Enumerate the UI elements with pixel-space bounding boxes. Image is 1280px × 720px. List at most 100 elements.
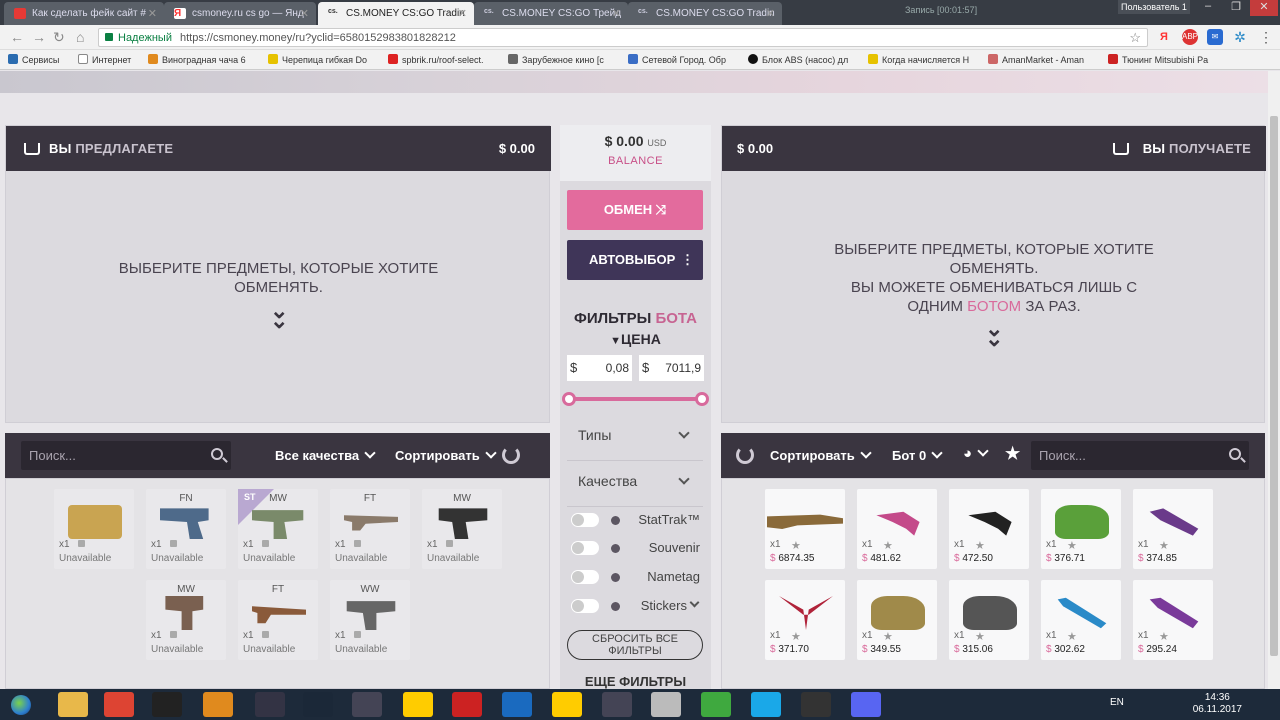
close-icon[interactable]: ✕ (300, 7, 309, 20)
scrollbar-thumb[interactable] (1270, 116, 1278, 656)
inventory-item[interactable]: FT x1 Unavailable (238, 580, 318, 660)
nametag-toggle[interactable] (571, 570, 599, 584)
taskbar-app-icon[interactable] (203, 692, 233, 717)
bookmark-item[interactable]: Виноградная чача 6 (148, 54, 246, 65)
bookmark-item[interactable]: Тюнинг Mitsubishi Pa (1108, 54, 1208, 65)
autoselect-button[interactable]: АВТОВЫБОР ⋮ (567, 240, 703, 280)
bot-item[interactable]: x1 ★ $ 472.50 (949, 489, 1029, 569)
taskbar-app-icon[interactable] (502, 692, 532, 717)
chevron-down-icon[interactable] (689, 597, 700, 608)
price-max-input[interactable]: $7011,9 (639, 355, 704, 381)
souvenir-toggle[interactable] (571, 541, 599, 555)
taskbar-app-icon[interactable] (701, 692, 731, 717)
reload-icon[interactable]: ↻ (53, 29, 65, 46)
inventory-item[interactable]: FT x1 Unavailable (330, 489, 410, 569)
url-input[interactable]: Надежный https://csmoney.money/ru?yclid=6… (98, 28, 1148, 47)
taskbar-app-icon[interactable] (152, 692, 182, 717)
clock[interactable]: 14:36 06.11.2017 (1193, 692, 1242, 716)
types-dropdown[interactable]: Типы (578, 427, 690, 443)
bookmark-item[interactable]: Блок ABS (насос) дл (748, 54, 848, 65)
inventory-item[interactable]: x1 Unavailable (54, 489, 134, 569)
close-icon[interactable]: ✕ (148, 7, 157, 20)
extension-gear-icon[interactable]: ✲ (1232, 29, 1248, 45)
home-icon[interactable]: ⌂ (76, 29, 84, 45)
taskbar-app-icon[interactable] (602, 692, 632, 717)
bookmark-item[interactable]: spbrik.ru/roof-select. (388, 54, 484, 65)
adblock-icon[interactable]: ABP (1182, 29, 1198, 45)
maximize-icon[interactable]: ❐ (1222, 0, 1250, 16)
page-scrollbar[interactable] (1268, 71, 1280, 689)
more-filters-button[interactable]: ЕЩЕ ФИЛЬТРЫ (560, 674, 711, 689)
inventory-item[interactable]: ST MW x1 Unavailable (238, 489, 318, 569)
inventory-item[interactable]: FN x1 Unavailable (146, 489, 226, 569)
browser-tab[interactable]: cs. CS.MONEY CS:GO Трейд ✕ (474, 2, 628, 25)
inventory-item[interactable]: WW x1 Unavailable (330, 580, 410, 660)
taskbar-app-icon[interactable] (352, 692, 382, 717)
bot-item[interactable]: x1 ★ $ 371.70 (765, 580, 845, 660)
price-min-input[interactable]: $0,08 (567, 355, 632, 381)
stattrak-toggle[interactable] (571, 513, 599, 527)
bot-item[interactable]: x1 ★ $ 295.24 (1133, 580, 1213, 660)
bookmark-item[interactable]: Интернет (78, 54, 131, 65)
reset-filters-button[interactable]: СБРОСИТЬ ВСЕ ФИЛЬТРЫ (567, 630, 703, 660)
price-range-slider[interactable] (562, 392, 709, 406)
language-indicator[interactable]: EN (1110, 697, 1124, 708)
inventory-item[interactable]: MW x1 Unavailable (422, 489, 502, 569)
bookmark-item[interactable]: Зарубежное кино [с (508, 54, 604, 65)
taskbar-app-icon[interactable] (651, 692, 681, 717)
taskbar-app-icon[interactable] (58, 692, 88, 717)
refresh-icon[interactable] (736, 446, 754, 464)
inventory-item[interactable]: MW x1 Unavailable (146, 580, 226, 660)
taskbar-app-icon[interactable] (552, 692, 582, 717)
bookmark-item[interactable]: Сетевой Город. Обр (628, 54, 726, 65)
more-icon[interactable]: ⋮ (681, 240, 694, 280)
taskbar-app-icon[interactable] (751, 692, 781, 717)
exchange-button[interactable]: ОБМЕН ⤨ (567, 190, 703, 230)
close-icon[interactable]: ✕ (766, 7, 775, 20)
close-icon[interactable]: ✕ (458, 7, 467, 20)
browser-tab-active[interactable]: cs. CS.MONEY CS:GO Tradin ✕ (318, 2, 474, 25)
minimize-icon[interactable]: – (1194, 0, 1222, 16)
bookmark-star-icon[interactable]: ☆ (1129, 30, 1141, 46)
yandex-extension-icon[interactable]: Я (1156, 29, 1172, 45)
globe-icon[interactable]: ◕ (963, 445, 989, 462)
browser-tab[interactable]: cs. CS.MONEY CS:GO Tradin ✕ (628, 2, 782, 25)
refresh-icon[interactable] (502, 446, 520, 464)
browser-user[interactable]: Пользователь 1 (1118, 0, 1190, 14)
bot-item[interactable]: x1 ★ $ 481.62 (857, 489, 937, 569)
bookmark-item[interactable]: Черепица гибкая Do (268, 54, 367, 65)
bot-search-input[interactable]: Поиск... (1031, 441, 1249, 470)
bot-item[interactable]: x1 ★ $ 376.71 (1041, 489, 1121, 569)
taskbar-app-icon[interactable] (851, 692, 881, 717)
quality-filter-button[interactable]: Все качества (275, 447, 376, 463)
close-window-icon[interactable]: ✕ (1250, 0, 1278, 16)
bot-item[interactable]: x1 ★ $ 302.62 (1041, 580, 1121, 660)
sort-button[interactable]: Сортировать (770, 447, 872, 463)
favorite-star-icon[interactable]: ★ (1005, 444, 1020, 464)
stickers-toggle[interactable] (571, 599, 599, 613)
taskbar-app-icon[interactable] (801, 692, 831, 717)
taskbar-app-icon[interactable] (452, 692, 482, 717)
bookmark-item[interactable]: Сервисы (8, 54, 59, 65)
menu-icon[interactable]: ⋮ (1258, 29, 1274, 45)
browser-tab[interactable]: Яcsmoney.ru cs go — Янд ✕ (164, 2, 316, 25)
qualities-dropdown[interactable]: Качества (578, 473, 690, 489)
back-icon[interactable]: ← (10, 29, 24, 45)
bot-select-button[interactable]: Бот 0 (892, 447, 943, 463)
bot-item[interactable]: x1 ★ $ 374.85 (1133, 489, 1213, 569)
user-search-input[interactable]: Поиск... (21, 441, 231, 470)
forward-icon[interactable]: → (32, 29, 46, 45)
close-icon[interactable]: ✕ (612, 7, 621, 20)
slider-min-handle[interactable] (562, 392, 576, 406)
bot-item[interactable]: x1 ★ $ 349.55 (857, 580, 937, 660)
bot-item[interactable]: x1 ★ $ 6874.35 (765, 489, 845, 569)
taskbar-app-icon[interactable] (255, 692, 285, 717)
bot-item[interactable]: x1 ★ $ 315.06 (949, 580, 1029, 660)
bookmark-item[interactable]: AmanMarket - Aman (988, 54, 1084, 65)
slider-max-handle[interactable] (695, 392, 709, 406)
taskbar-app-icon[interactable] (104, 692, 134, 717)
browser-tab[interactable]: Как сделать фейк сайт # ✕ (4, 2, 164, 25)
sort-button[interactable]: Сортировать (395, 447, 497, 463)
taskbar-app-icon[interactable] (303, 692, 333, 717)
bookmark-item[interactable]: Когда начисляется Н (868, 54, 969, 65)
